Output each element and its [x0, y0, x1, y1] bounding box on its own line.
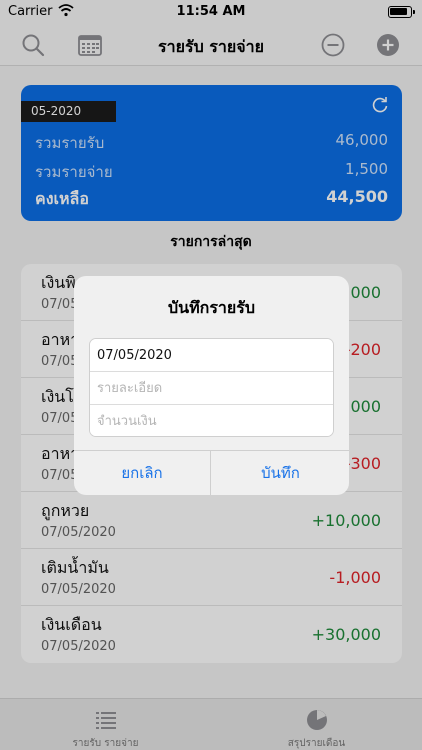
date-field[interactable]	[90, 339, 333, 372]
income-entry-dialog: บันทึกรายรับ ยกเลิก บันทึก	[74, 276, 349, 495]
dialog-button-row: ยกเลิก บันทึก	[74, 450, 349, 495]
amount-field[interactable]	[90, 405, 333, 436]
detail-field[interactable]	[90, 372, 333, 405]
dialog-title: บันทึกรายรับ	[167, 298, 256, 317]
save-button[interactable]: บันทึก	[212, 451, 349, 495]
cancel-button[interactable]: ยกเลิก	[74, 451, 211, 495]
dialog-fields	[89, 338, 334, 437]
